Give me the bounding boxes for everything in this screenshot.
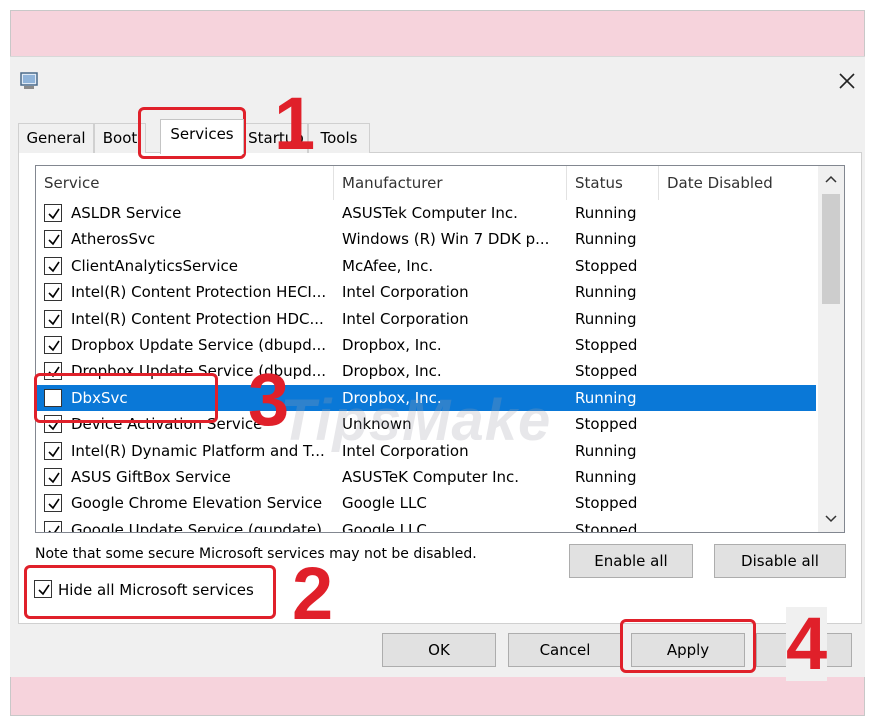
service-manufacturer: Unknown — [342, 415, 412, 434]
service-status: Stopped — [575, 415, 638, 434]
tab-services[interactable]: Services — [160, 119, 244, 154]
column-header-status[interactable]: Status — [567, 166, 659, 200]
service-checkbox[interactable] — [44, 309, 62, 328]
service-status: Running — [575, 230, 637, 249]
scroll-thumb[interactable] — [822, 194, 840, 304]
service-status: Running — [575, 204, 637, 222]
service-status: Running — [575, 309, 637, 328]
service-status: Running — [575, 441, 637, 460]
cancel-button[interactable]: Cancel — [508, 633, 622, 667]
column-header-manufacturer[interactable]: Manufacturer — [334, 166, 567, 200]
annotation-number-1: 1 — [274, 82, 316, 165]
service-status: Running — [575, 468, 637, 486]
system-configuration-window: General Boot Services Startup Tools Serv… — [10, 56, 865, 681]
service-manufacturer: Intel Corporation — [342, 309, 469, 328]
list-item[interactable]: Intel(R) Content Protection HDC... Intel … — [36, 306, 816, 332]
service-checkbox[interactable] — [44, 441, 62, 460]
annotation-number-4: 4 — [786, 602, 828, 685]
service-checkbox[interactable] — [44, 494, 62, 513]
service-name: Google Update Service (gupdate) — [71, 520, 323, 533]
service-manufacturer: ASUSTeK Computer Inc. — [342, 468, 520, 486]
list-header: Service Manufacturer Status Date Disable… — [36, 166, 816, 200]
service-status: Stopped — [575, 256, 638, 275]
service-status: Stopped — [575, 520, 638, 533]
service-name: ASUS GiftBox Service — [71, 468, 231, 486]
scroll-down-icon[interactable] — [818, 506, 844, 532]
vertical-scrollbar[interactable] — [818, 166, 844, 532]
service-name: Intel(R) Content Protection HECI... — [71, 283, 327, 302]
annotation-number-2: 2 — [292, 552, 334, 635]
ok-button[interactable]: OK — [382, 633, 496, 667]
list-item[interactable]: Google Update Service (gupdate) Google LL… — [36, 517, 816, 533]
service-manufacturer: Intel Corporation — [342, 441, 469, 460]
list-item[interactable]: Intel(R) Content Protection HECI... Intel… — [36, 279, 816, 305]
list-item[interactable]: AtherosSvc Windows (R) Win 7 DDK p... Runn… — [36, 226, 816, 252]
service-checkbox[interactable] — [44, 336, 62, 354]
service-checkbox[interactable] — [44, 230, 62, 249]
scroll-up-icon[interactable] — [818, 166, 844, 192]
disable-all-button[interactable]: Disable all — [714, 544, 846, 578]
note-text: Note that some secure Microsoft services… — [35, 546, 477, 562]
tab-tools[interactable]: Tools — [308, 123, 370, 153]
list-item[interactable]: Dropbox Update Service (dbupd... Dropbox,… — [36, 332, 816, 358]
service-status: Stopped — [575, 336, 638, 354]
close-icon[interactable] — [835, 69, 859, 93]
service-name: AtherosSvc — [71, 230, 156, 249]
service-name: Dropbox Update Service (dbupd... — [71, 336, 327, 354]
annotation-box-hide-ms — [24, 565, 276, 619]
service-checkbox[interactable] — [44, 204, 62, 222]
list-item[interactable]: ASLDR Service ASUSTek Computer Inc. Runnin… — [36, 200, 816, 226]
annotation-box-dbxsvc — [34, 373, 218, 423]
service-name: Intel(R) Content Protection HDC... — [71, 309, 324, 328]
system-configuration-icon — [20, 72, 38, 89]
list-item[interactable]: Google Chrome Elevation Service Google LL… — [36, 490, 816, 516]
services-list[interactable]: Service Manufacturer Status Date Disable… — [35, 165, 845, 533]
service-manufacturer: McAfee, Inc. — [342, 256, 434, 275]
list-item[interactable]: ASUS GiftBox Service ASUSTeK Computer Inc… — [36, 464, 816, 490]
tab-general[interactable]: General — [18, 123, 94, 153]
list-item[interactable]: ClientAnalyticsService McAfee, Inc. Stoppe… — [36, 253, 816, 279]
list-item[interactable]: Intel(R) Dynamic Platform and T... Intel … — [36, 438, 816, 464]
service-manufacturer: Intel Corporation — [342, 283, 469, 302]
service-manufacturer: ASUSTek Computer Inc. — [342, 204, 518, 222]
service-status: Stopped — [575, 362, 638, 381]
service-status: Stopped — [575, 494, 638, 513]
service-manufacturer: Dropbox, Inc. — [342, 388, 442, 407]
annotation-number-3: 3 — [248, 358, 290, 441]
service-checkbox[interactable] — [44, 283, 62, 302]
service-name: Intel(R) Dynamic Platform and T... — [71, 441, 325, 460]
column-header-service[interactable]: Service — [36, 166, 334, 200]
service-manufacturer: Windows (R) Win 7 DDK p... — [342, 230, 550, 249]
service-manufacturer: Dropbox, Inc. — [342, 362, 442, 381]
service-status: Running — [575, 388, 637, 407]
service-name: ClientAnalyticsService — [71, 256, 238, 275]
service-manufacturer: Google LLC — [342, 494, 427, 513]
service-status: Running — [575, 283, 637, 302]
enable-all-button[interactable]: Enable all — [569, 544, 693, 578]
service-name: ASLDR Service — [71, 204, 182, 222]
service-checkbox[interactable] — [44, 468, 62, 486]
column-header-date-disabled[interactable]: Date Disabled — [659, 166, 816, 200]
service-checkbox[interactable] — [44, 256, 62, 275]
service-name: Google Chrome Elevation Service — [71, 494, 323, 513]
service-manufacturer: Google LLC — [342, 520, 427, 533]
annotation-box-apply — [620, 619, 756, 673]
service-checkbox[interactable] — [44, 520, 62, 532]
service-manufacturer: Dropbox, Inc. — [342, 336, 442, 354]
